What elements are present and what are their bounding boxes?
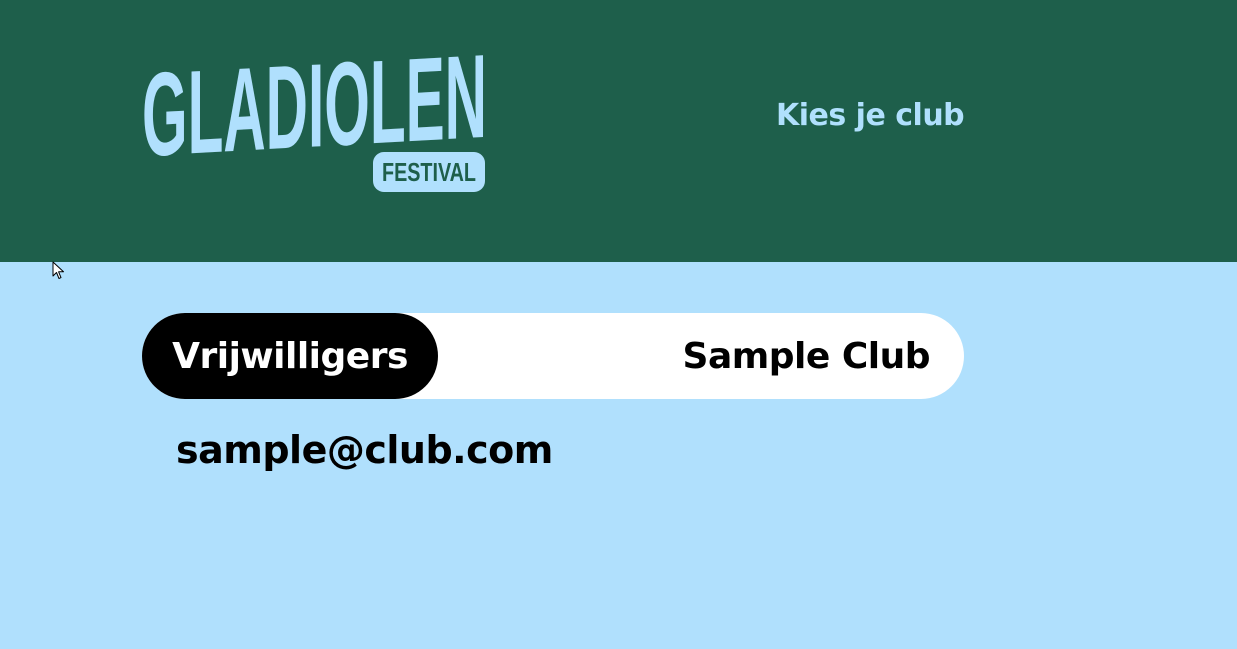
club-name[interactable]: Sample Club [683, 313, 931, 399]
tab-vrijwilligers[interactable]: Vrijwilligers [142, 313, 438, 399]
account-email: sample@club.com [176, 428, 553, 472]
club-selector: Vrijwilligers Sample Club [142, 313, 964, 399]
logo-sub-text: FESTIVAL [382, 157, 476, 187]
mouse-pointer-icon [52, 261, 64, 279]
gladiolen-festival-logo[interactable]: GLADIOLEN FESTIVAL [140, 36, 490, 196]
choose-club-link[interactable]: Kies je club [776, 98, 965, 133]
site-header: GLADIOLEN FESTIVAL Kies je club [0, 0, 1237, 262]
